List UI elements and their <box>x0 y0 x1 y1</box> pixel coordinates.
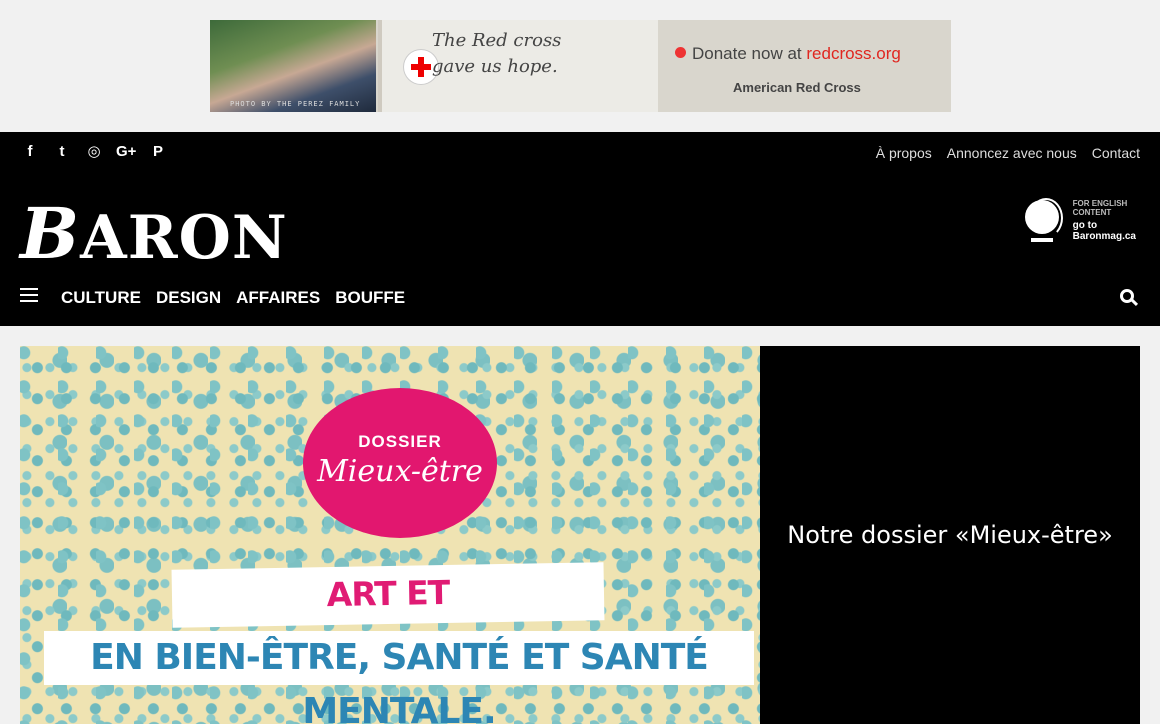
ad-handwritten-note: The Red cross gave us hope. <box>432 28 561 80</box>
pinterest-icon[interactable]: P <box>148 142 168 162</box>
search-icon[interactable] <box>1120 289 1139 307</box>
nav-item-culture[interactable]: CULTURE <box>61 288 141 308</box>
featured-caption-box[interactable]: Notre dossier «Mieux-être» <box>760 346 1140 724</box>
google-plus-icon[interactable]: G+ <box>116 142 136 162</box>
ad-brand: American Red Cross <box>733 80 861 95</box>
top-links: À propos Annoncez avec nous Contact <box>876 145 1140 161</box>
english-site-link[interactable]: FOR ENGLISH CONTENT go to Baronmag.ca <box>1023 198 1136 242</box>
english-line2: CONTENT <box>1072 207 1112 217</box>
site-header: f t ◎ G+ P À propos Annoncez avec nous C… <box>0 132 1160 326</box>
ad-note-line1: The Red cross <box>432 30 562 51</box>
twitter-icon[interactable]: t <box>52 142 72 162</box>
main-nav: CULTURE DESIGN AFFAIRES BOUFFE <box>0 280 1160 320</box>
top-link-about[interactable]: À propos <box>876 145 932 161</box>
top-link-advertise[interactable]: Annoncez avec nous <box>947 145 1077 161</box>
menu-icon[interactable] <box>20 288 38 302</box>
poster-strip-bottom: EN BIEN-ÊTRE, SANTÉ ET SANTÉ MENTALE. <box>44 631 754 724</box>
ad-note-line2: gave us hope. <box>432 56 558 77</box>
featured-article[interactable]: DOSSIER Mieux-être ART ET ENTREPRENEURIA… <box>20 346 1140 724</box>
featured-image[interactable]: DOSSIER Mieux-être ART ET ENTREPRENEURIA… <box>20 346 760 724</box>
nav-item-affaires[interactable]: AFFAIRES <box>236 288 320 308</box>
english-site-text: FOR ENGLISH CONTENT go to Baronmag.ca <box>1073 199 1136 242</box>
badge-line2: Mieux-être <box>317 454 483 489</box>
ad-donate-prefix: Donate now at <box>692 44 802 63</box>
poster-strip-bottom-text: EN BIEN-ÊTRE, SANTÉ ET SANTÉ MENTALE. <box>90 637 709 724</box>
logo-initial: B <box>20 192 81 275</box>
english-line1: FOR ENGLISH <box>1072 198 1128 208</box>
featured-title[interactable]: Notre dossier «Mieux-être» <box>787 521 1113 549</box>
ad-banner-area: PHOTO BY THE PEREZ FAMILY The Red cross … <box>0 0 1160 132</box>
instagram-icon[interactable]: ◎ <box>84 142 104 162</box>
english-go2: Baronmag.ca <box>1072 230 1136 242</box>
poster-strip-top: ART ET ENTREPRENEURIAT <box>171 562 605 672</box>
facebook-icon[interactable]: f <box>20 142 40 162</box>
social-links: f t ◎ G+ P <box>20 142 168 162</box>
red-cross-ad[interactable]: PHOTO BY THE PEREZ FAMILY The Red cross … <box>210 20 951 112</box>
nav-items: CULTURE DESIGN AFFAIRES BOUFFE <box>61 288 405 308</box>
ad-photo-credit: PHOTO BY THE PEREZ FAMILY <box>230 100 361 108</box>
logo-rest: ARON <box>80 203 288 273</box>
dossier-badge: DOSSIER Mieux-être <box>303 388 497 538</box>
nav-item-bouffe[interactable]: BOUFFE <box>335 288 405 308</box>
arrow-bullet-icon <box>675 47 686 58</box>
ad-donate-url[interactable]: redcross.org <box>806 44 900 63</box>
english-go1: go to <box>1072 219 1098 231</box>
english-go-text: go to Baronmag.ca <box>1073 220 1136 242</box>
nav-item-design[interactable]: DESIGN <box>156 288 221 308</box>
badge-line1: DOSSIER <box>358 432 442 451</box>
globe-icon <box>1023 198 1063 242</box>
site-logo[interactable]: BARON <box>20 192 288 275</box>
ad-donate-text[interactable]: Donate now at redcross.org <box>675 44 901 64</box>
ad-note-card: The Red cross gave us hope. <box>378 20 658 112</box>
ad-photo: PHOTO BY THE PEREZ FAMILY <box>210 20 376 112</box>
top-link-contact[interactable]: Contact <box>1092 145 1140 161</box>
